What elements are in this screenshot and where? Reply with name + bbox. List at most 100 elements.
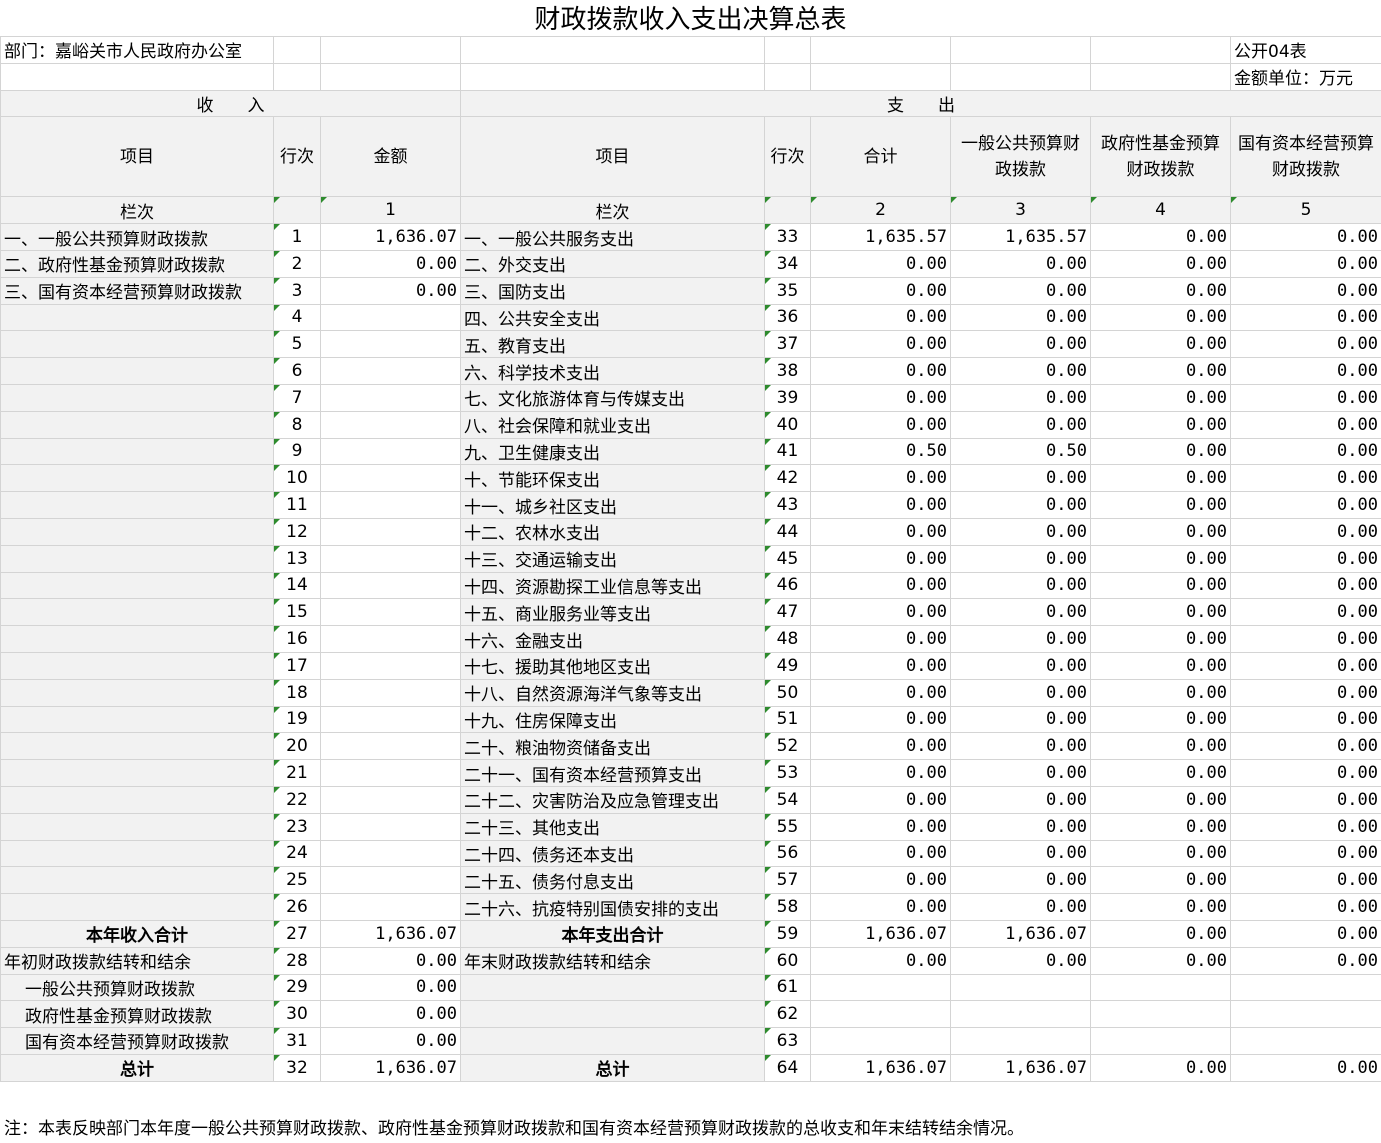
expense-fund: 0.00 <box>1090 464 1231 493</box>
expense-total: 0.00 <box>810 625 951 653</box>
expense-state-capital: 0.00 <box>1230 812 1381 841</box>
income-row-number: 18 <box>273 678 321 707</box>
table-row: 20 二十、粮油物资储备支出 52 0.00 0.00 0.00 0.00 <box>0 732 1381 761</box>
expense-total: 0.00 <box>810 759 951 787</box>
income-amount <box>320 759 461 787</box>
expense-fund: 0.00 <box>1090 303 1231 332</box>
expense-total: 0.00 <box>810 732 951 761</box>
income-amount <box>320 303 461 332</box>
expense-row-number: 41 <box>764 437 811 466</box>
expense-total: 0.00 <box>810 517 951 546</box>
expense-general: 0.00 <box>950 249 1091 278</box>
expense-total: 0.00 <box>810 464 951 493</box>
expense-item: 一、一般公共服务支出 <box>460 223 765 251</box>
table-row: 4 四、公共安全支出 36 0.00 0.00 0.00 0.00 <box>0 303 1381 332</box>
expense-row-number: 63 <box>764 1027 811 1055</box>
expense-state-capital: 0.00 <box>1230 223 1381 251</box>
table-row: 6 六、科学技术支出 38 0.00 0.00 0.00 0.00 <box>0 357 1381 385</box>
expense-total: 0.00 <box>810 678 951 707</box>
income-row-number: 8 <box>273 410 321 439</box>
expense-row-number: 46 <box>764 571 811 600</box>
expense-total: 0.00 <box>810 866 951 895</box>
expense-row-number: 40 <box>764 410 811 439</box>
income-amount <box>320 625 461 653</box>
expense-general: 0.00 <box>950 678 1091 707</box>
income-row-number: 15 <box>273 598 321 627</box>
expense-state-capital <box>1230 1027 1381 1055</box>
table-row: 16 十六、金融支出 48 0.00 0.00 0.00 0.00 <box>0 625 1381 653</box>
income-item: 年初财政拨款结转和结余 <box>0 946 274 975</box>
expense-item: 十、节能环保支出 <box>460 464 765 493</box>
expense-general: 1,635.57 <box>950 223 1091 251</box>
income-item <box>0 839 274 868</box>
column-label: 栏次 <box>460 196 765 225</box>
income-item: 国有资本经营预算财政拨款 <box>0 1027 274 1055</box>
expense-state-capital: 0.00 <box>1230 517 1381 546</box>
expense-row-number: 62 <box>764 1000 811 1029</box>
income-row-number: 1 <box>273 223 321 251</box>
income-item <box>0 705 274 734</box>
expense-fund: 0.00 <box>1090 437 1231 466</box>
expense-total: 0.50 <box>810 437 951 466</box>
income-item: 本年收入合计 <box>0 919 274 948</box>
expense-total: 0.00 <box>810 544 951 573</box>
income-item <box>0 785 274 814</box>
expense-state-capital <box>1230 1000 1381 1029</box>
table-row: 三、国有资本经营预算财政拨款 3 0.00 三、国防支出 35 0.00 0.00 0.00 0… <box>0 276 1381 305</box>
income-item: 二、政府性基金预算财政拨款 <box>0 249 274 278</box>
table-row: 23 二十三、其他支出 55 0.00 0.00 0.00 0.00 <box>0 812 1381 841</box>
income-amount <box>320 464 461 493</box>
unit-label: 金额单位：万元 <box>1230 62 1381 91</box>
expense-fund: 0.00 <box>1090 812 1231 841</box>
expense-item: 二十一、国有资本经营预算支出 <box>460 759 765 787</box>
general-budget-header: 一般公共预算财政拨款 <box>950 116 1091 198</box>
expense-row-number: 51 <box>764 705 811 734</box>
income-amount <box>320 491 461 519</box>
page-title: 财政拨款收入支出决算总表 <box>534 5 847 35</box>
income-row-number: 26 <box>273 893 321 921</box>
income-item <box>0 866 274 895</box>
expense-item: 十七、援助其他地区支出 <box>460 651 765 680</box>
table-row: 19 十九、住房保障支出 51 0.00 0.00 0.00 0.00 <box>0 705 1381 734</box>
expense-state-capital: 0.00 <box>1230 303 1381 332</box>
expense-state-capital: 0.00 <box>1230 678 1381 707</box>
expense-total: 0.00 <box>810 651 951 680</box>
expense-fund: 0.00 <box>1090 705 1231 734</box>
expense-row-number: 42 <box>764 464 811 493</box>
expense-state-capital: 0.00 <box>1230 759 1381 787</box>
expense-item: 十二、农林水支出 <box>460 517 765 546</box>
expense-total: 0.00 <box>810 946 951 975</box>
expense-state-capital: 0.00 <box>1230 919 1381 948</box>
income-amount <box>320 651 461 680</box>
expense-general: 0.00 <box>950 625 1091 653</box>
expense-fund: 0.00 <box>1090 893 1231 921</box>
expense-total: 0.00 <box>810 705 951 734</box>
income-row-number: 12 <box>273 517 321 546</box>
table-row: 24 二十四、债务还本支出 56 0.00 0.00 0.00 0.00 <box>0 839 1381 868</box>
expense-fund: 0.00 <box>1090 544 1231 573</box>
income-row-number: 14 <box>273 571 321 600</box>
expense-total: 0.00 <box>810 303 951 332</box>
income-amount: 1,636.07 <box>320 223 461 251</box>
expense-item: 七、文化旅游体育与传媒支出 <box>460 383 765 412</box>
expense-general: 0.00 <box>950 491 1091 519</box>
expense-row-number: 61 <box>764 973 811 1002</box>
income-amount <box>320 571 461 600</box>
table-row: 二、政府性基金预算财政拨款 2 0.00 二、外交支出 34 0.00 0.00 0.00 0.… <box>0 249 1381 278</box>
budget-table: 部门：嘉峪关市人民政府办公室 公开04表 金额单位：万元 收 入 支 出 项目 … <box>0 36 1381 1082</box>
expense-item: 二十、粮油物资储备支出 <box>460 732 765 761</box>
expense-general: 0.50 <box>950 437 1091 466</box>
income-row-number: 16 <box>273 625 321 653</box>
column-number: 4 <box>1090 196 1231 225</box>
table-row: 一般公共预算财政拨款 29 0.00 61 <box>0 973 1381 1002</box>
expense-state-capital: 0.00 <box>1230 357 1381 385</box>
expense-item: 十六、金融支出 <box>460 625 765 653</box>
expense-general: 0.00 <box>950 598 1091 627</box>
expense-row-number: 37 <box>764 330 811 359</box>
expense-row-number: 33 <box>764 223 811 251</box>
income-row-number: 19 <box>273 705 321 734</box>
expense-fund: 0.00 <box>1090 249 1231 278</box>
table-row: 12 十二、农林水支出 44 0.00 0.00 0.00 0.00 <box>0 517 1381 546</box>
expense-state-capital: 0.00 <box>1230 276 1381 305</box>
expense-general: 0.00 <box>950 785 1091 814</box>
